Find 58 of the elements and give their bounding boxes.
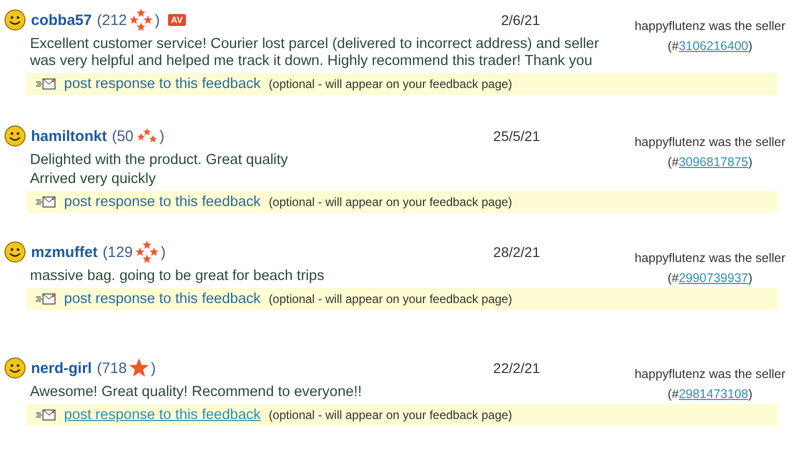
post-response-link[interactable]: post response to this feedback (64, 194, 261, 210)
envelope-icon (36, 293, 56, 305)
feedback-score-end: ) (160, 244, 166, 260)
feedback-score: (718 (96, 360, 127, 376)
response-note: (optional - will appear on your feedback page) (268, 195, 512, 209)
order-suffix: ) (748, 271, 752, 285)
username-link[interactable]: cobba57 (31, 12, 92, 28)
feedback-date: 22/2/21 (493, 360, 540, 376)
seller-note: happyflutenz was the seller (634, 18, 786, 35)
feedback-comment: Delighted with the product. Great quality (29, 152, 289, 169)
envelope-icon (36, 196, 56, 208)
feedback-score-end: ) (150, 360, 156, 376)
order-number-link[interactable]: 3106216400 (678, 39, 748, 53)
feedback-comment: Arrived very quickly (29, 171, 157, 188)
feedback-date: 2/6/21 (501, 12, 540, 28)
seller-note: happyflutenz was the seller (634, 366, 786, 383)
order-prefix: (# (668, 155, 679, 169)
feedback-score: (50 (112, 128, 134, 144)
verified-badge: AV (168, 14, 186, 26)
smiley-icon (4, 241, 26, 263)
post-response-link[interactable]: post response to this feedback (64, 291, 261, 307)
order-prefix: (# (668, 271, 679, 285)
username-link[interactable]: mzmuffet (31, 244, 98, 260)
feedback-comment: massive bag. going to be great for beach trips (29, 268, 326, 285)
order-prefix: (# (668, 387, 679, 401)
feedback-score: (212 (96, 12, 127, 28)
star-cluster-icon (134, 240, 159, 264)
order-suffix: ) (748, 39, 752, 53)
response-note: (optional - will appear on your feedback page) (268, 408, 512, 422)
envelope-icon (36, 409, 56, 421)
post-response-link[interactable]: post response to this feedback (64, 407, 261, 423)
feedback-score-end: ) (154, 12, 160, 28)
seller-note: happyflutenz was the seller (634, 250, 786, 267)
feedback-date: 28/2/21 (493, 244, 540, 260)
feedback-score-end: ) (160, 128, 165, 144)
order-suffix: ) (748, 155, 752, 169)
username-link[interactable]: hamiltonkt (31, 128, 107, 144)
username-link[interactable]: nerd-girl (31, 360, 92, 376)
order-number-link[interactable]: 2990739937 (678, 271, 748, 285)
envelope-icon (36, 78, 56, 90)
response-note: (optional - will appear on your feedback page) (268, 292, 512, 306)
smiley-icon (4, 125, 26, 147)
post-response-link[interactable]: post response to this feedback (64, 76, 261, 92)
feedback-date: 25/5/21 (493, 128, 540, 144)
feedback-comment: Awesome! Great quality! Recommend to everyone!! (29, 384, 363, 401)
star-cluster-icon (136, 127, 158, 145)
feedback-score: (129 (102, 244, 133, 260)
star-cluster-icon (128, 8, 153, 32)
response-note: (optional - will appear on your feedback page) (268, 77, 512, 91)
smiley-icon (4, 357, 26, 379)
feedback-comment: Excellent customer service! Courier lost parcel (delivered to incorrect address) and seller was very helpful and helped me track it down. Highly recommend this trader! Thank you (29, 36, 600, 70)
order-suffix: ) (748, 387, 752, 401)
order-prefix: (# (668, 39, 679, 53)
order-number-link[interactable]: 3096817875 (678, 155, 748, 169)
star-icon (128, 358, 149, 378)
smiley-icon (4, 9, 26, 31)
seller-note: happyflutenz was the seller (634, 134, 786, 151)
order-number-link[interactable]: 2981473108 (678, 387, 748, 401)
